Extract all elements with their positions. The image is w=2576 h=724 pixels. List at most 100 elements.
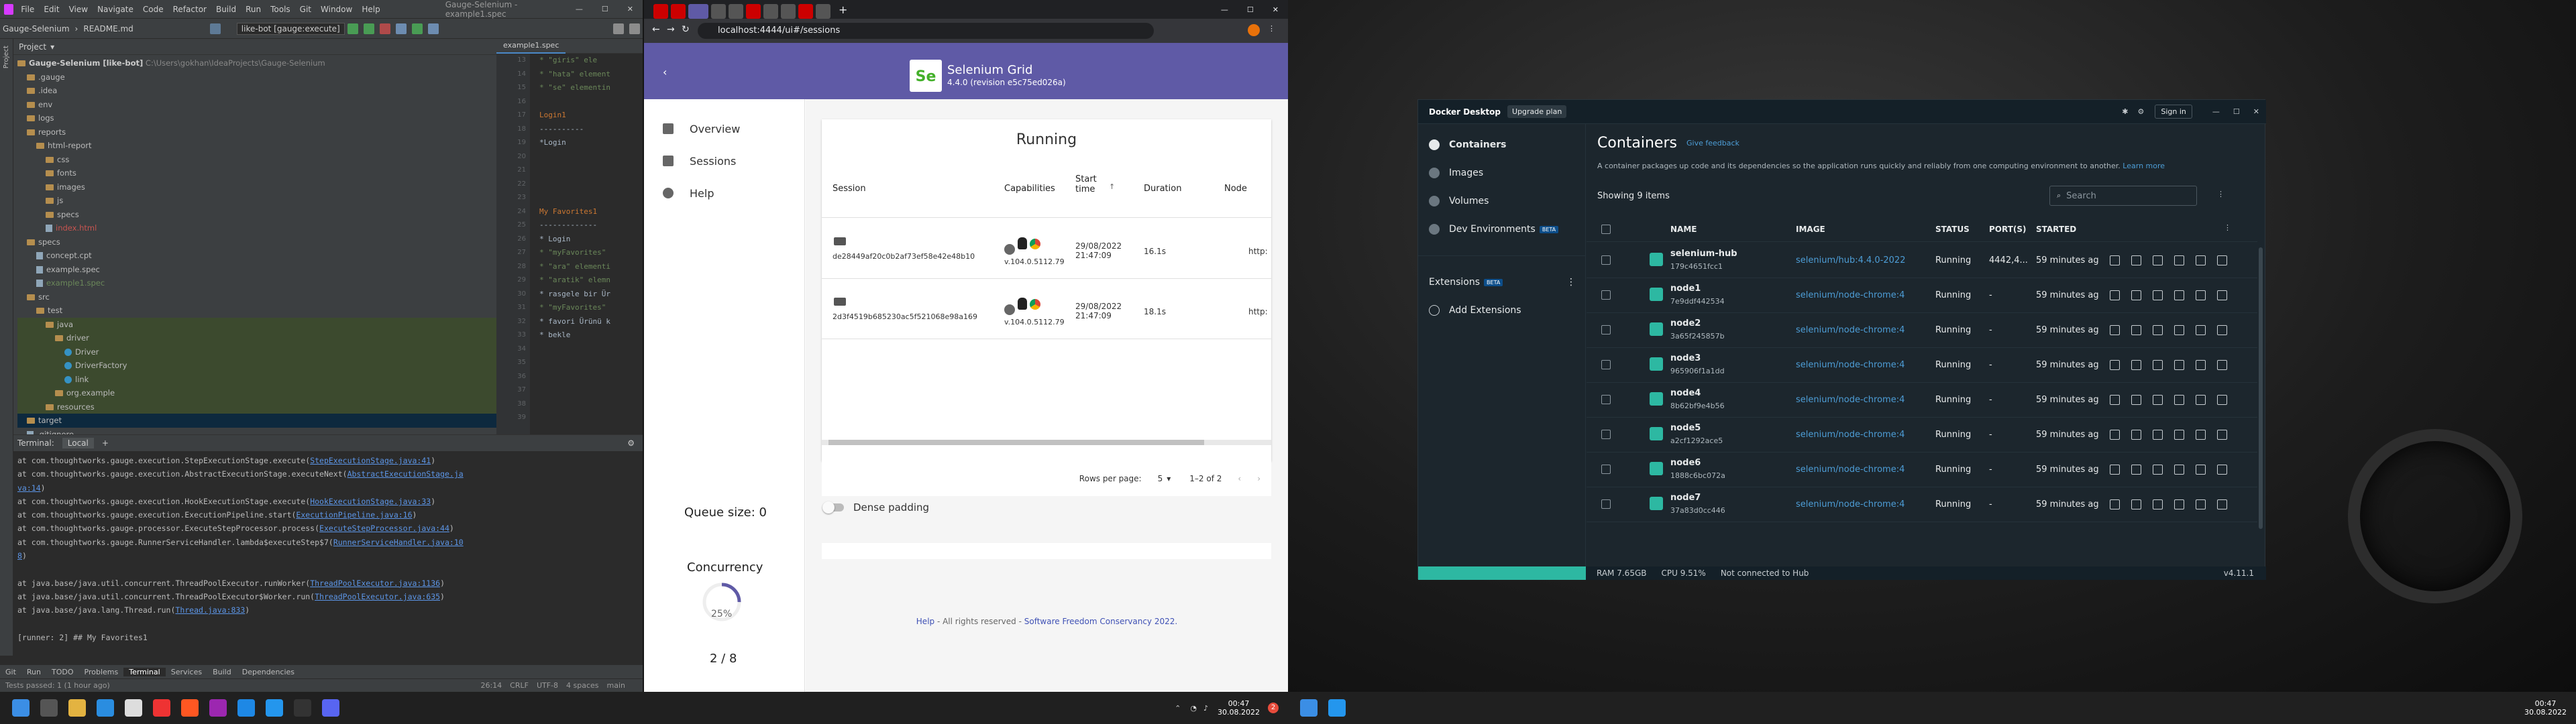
nav-overview[interactable]: Overview [644,113,804,145]
docker-close-icon[interactable]: ✕ [2247,107,2266,116]
drawer-collapse-icon[interactable]: ‹ [663,66,667,78]
col-started[interactable]: STARTED [2036,225,2076,234]
stop-icon[interactable] [2196,395,2206,405]
file-explorer-icon[interactable] [68,699,86,717]
youtube-tab-icon[interactable] [653,4,668,19]
pause-icon[interactable] [2153,290,2163,300]
open-browser-icon[interactable] [2110,465,2120,475]
stop-icon[interactable] [2196,360,2206,370]
menu-help[interactable]: Help [357,5,384,14]
session-row[interactable]: 2d3f4519b685230ac5f521068e98a169 v.104.0.… [822,280,1271,339]
browser-maximize-icon[interactable]: ☐ [1238,5,1263,14]
stop-icon[interactable] [2196,430,2206,440]
col-session[interactable]: Session [833,184,866,194]
container-row[interactable]: node3 965906f1a1dd selenium/node-chrome:4 R… [1587,348,2257,383]
docker-settings-icon[interactable]: ⚙ [2138,107,2145,116]
container-ports[interactable]: - [1989,499,1992,509]
open-browser-icon[interactable] [2110,430,2120,440]
stacktrace-link[interactable]: StepExecutionStage.java:41 [310,456,431,465]
docker-maximize-icon[interactable]: ☐ [2226,107,2247,116]
container-image[interactable]: selenium/node-chrome:4 [1796,430,1904,440]
stop-icon[interactable] [2196,499,2206,509]
profile-avatar[interactable] [1248,24,1260,36]
git-push-icon[interactable] [427,23,439,34]
col-node[interactable]: Node [1224,184,1247,194]
container-ports[interactable]: - [1989,290,1992,300]
container-image[interactable]: selenium/node-chrome:4 [1796,395,1904,405]
nav-images[interactable]: Images [1418,159,1585,187]
pause-icon[interactable] [2153,255,2163,265]
container-scrollbar[interactable] [2259,247,2263,529]
row-checkbox[interactable] [1601,465,1611,474]
container-row[interactable]: node7 37a83d0cc446 selenium/node-chrome:4 R… [1587,487,2257,522]
tool-tab-build[interactable]: Build [207,668,237,676]
tree-item[interactable]: example1.spec [17,276,496,290]
container-name[interactable]: node3 [1670,353,1701,363]
videocam-icon[interactable] [834,298,846,306]
tree-item[interactable]: js [17,194,496,208]
browser-menu-icon[interactable]: ⋮ [1268,24,1275,33]
status-item[interactable]: 4 spaces [562,681,603,690]
network-icon[interactable]: ◔ [1190,704,1197,713]
delete-icon[interactable] [2217,360,2227,370]
stacktrace-link[interactable]: Thread.java:833 [175,605,245,615]
select-all-checkbox[interactable] [1601,225,1611,234]
tree-item[interactable]: specs [17,208,496,222]
col-status[interactable]: STATUS [1935,225,1970,234]
tree-item[interactable]: test [17,304,496,318]
tool-tab-git[interactable]: Git [0,668,21,676]
tab-icon-8[interactable] [781,4,796,19]
learn-more-link[interactable]: Learn more [2123,162,2165,170]
menu-git[interactable]: Git [295,5,316,14]
tool-tab-dependencies[interactable]: Dependencies [237,668,300,676]
container-ports[interactable]: 4442,4... [1989,255,2028,265]
tree-item[interactable]: css [17,153,496,167]
tree-item[interactable]: logs [17,111,496,125]
restart-icon[interactable] [2174,290,2184,300]
search-everywhere-icon[interactable] [613,23,624,34]
delete-icon[interactable] [2217,395,2227,405]
container-name[interactable]: node7 [1670,493,1701,503]
status-item[interactable]: 26:14 [476,681,506,690]
row-checkbox[interactable] [1601,325,1611,335]
footer-help-link[interactable]: Help [916,617,934,626]
container-row[interactable]: node5 a2cf1292ace5 selenium/node-chrome:4 R… [1587,418,2257,452]
container-name[interactable]: node2 [1670,318,1701,328]
edge-icon[interactable] [97,699,114,717]
delete-icon[interactable] [2217,465,2227,475]
restart-icon[interactable] [2174,255,2184,265]
windows-start-icon[interactable] [12,699,30,717]
delete-icon[interactable] [2217,430,2227,440]
open-browser-icon[interactable] [2110,395,2120,405]
menu-edit[interactable]: Edit [39,5,64,14]
cli-icon[interactable] [2131,395,2141,405]
menu-code[interactable]: Code [138,5,168,14]
tree-item[interactable]: .idea [17,84,496,98]
row-checkbox[interactable] [1601,360,1611,369]
switch-track[interactable] [822,501,844,514]
delete-icon[interactable] [2217,290,2227,300]
terminal-output[interactable]: at com.thoughtworks.gauge.execution.Step… [13,451,643,647]
tree-item[interactable]: images [17,180,496,194]
tool-tab-run[interactable]: Run [21,668,46,676]
editor-tab-active[interactable]: example1.spec [496,39,566,54]
container-row[interactable]: node2 3a65f245857b selenium/node-chrome:4 R… [1587,313,2257,348]
stacktrace-link[interactable]: ThreadPoolExecutor.java:635 [315,592,440,601]
open-browser-icon[interactable] [2110,255,2120,265]
container-name[interactable]: node1 [1670,284,1701,294]
clock[interactable]: 00:47 30.08.2022 [1218,699,1260,717]
project-tool-tab[interactable]: Project [3,46,10,68]
tab-icon-2[interactable] [671,4,686,19]
menu-view[interactable]: View [64,5,93,14]
stacktrace-link[interactable]: HookExecutionStage.java:33 [310,497,431,506]
next-page-icon[interactable]: › [1257,474,1260,483]
menu-build[interactable]: Build [211,5,241,14]
settings-icon[interactable] [629,23,640,34]
menu-refactor[interactable]: Refactor [168,5,211,14]
container-ports[interactable]: - [1989,360,1992,370]
discord-icon[interactable] [322,699,339,717]
tree-item[interactable]: index.html [17,221,496,235]
pause-icon[interactable] [2153,465,2163,475]
forward-icon[interactable]: → [667,24,675,35]
cli-icon[interactable] [2131,255,2141,265]
